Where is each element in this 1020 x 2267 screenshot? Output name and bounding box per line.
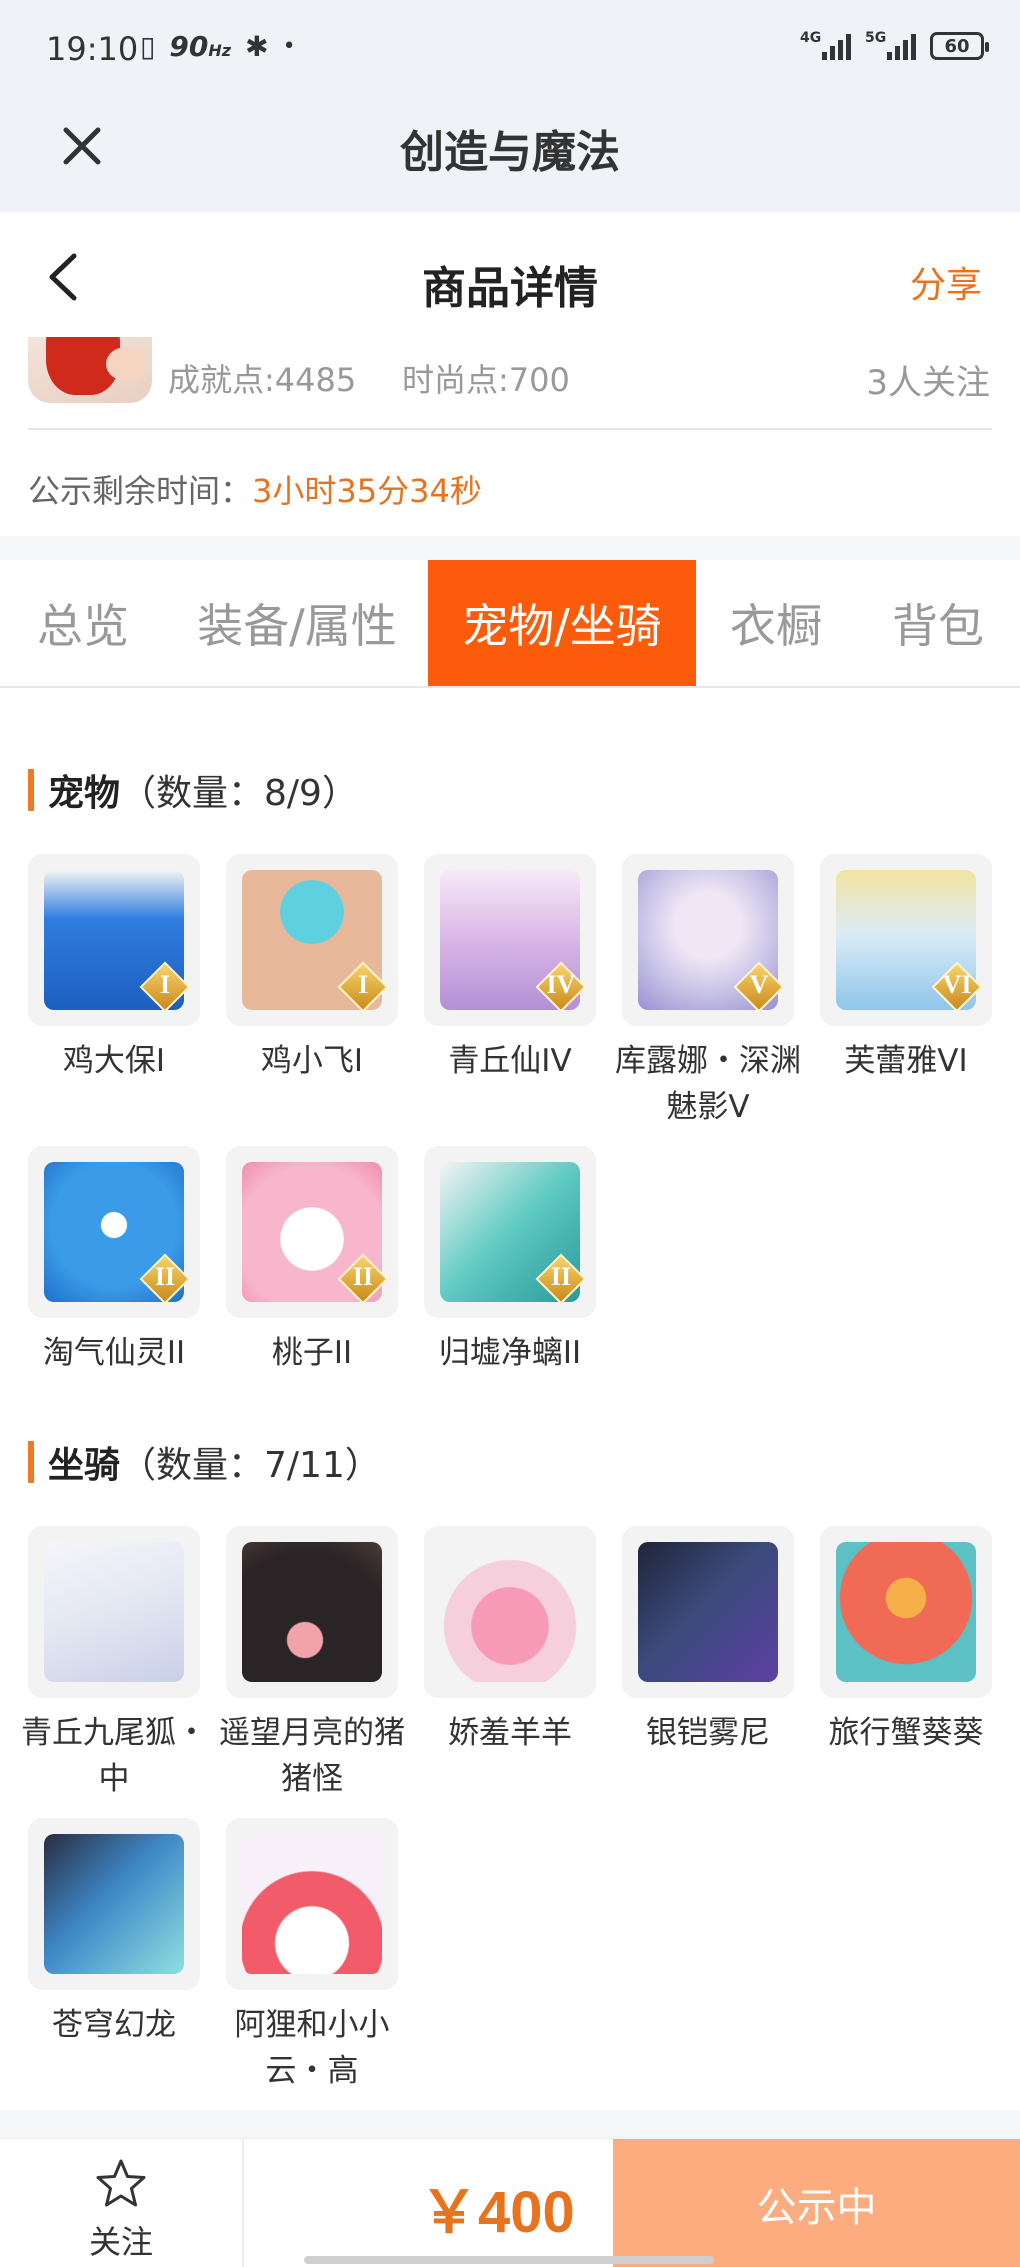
mounts-section-title: 坐骑 （数量：7/11）: [28, 1436, 381, 1488]
tab-wardrobe[interactable]: 衣橱: [696, 560, 856, 686]
teal-dragon-icon: II: [424, 1146, 596, 1318]
battery-icon: 60: [930, 32, 989, 60]
star-icon: [96, 2159, 146, 2207]
pet-item[interactable]: II 桃子II: [226, 1146, 398, 1376]
blue-bird-sunglasses-icon: I: [28, 854, 200, 1026]
armored-dragon-icon: [622, 1526, 794, 1698]
profile-summary: 成就点:4485 时尚点:700 3人关注: [0, 337, 1020, 427]
pets-section-title: 宠物 （数量：8/9）: [28, 764, 358, 816]
white-fox-icon: [28, 1526, 200, 1698]
fox-on-cloud-icon: [226, 1818, 398, 1990]
pet-item[interactable]: I 鸡小飞I: [226, 854, 398, 1084]
page-header: 商品详情 分享: [0, 212, 1020, 337]
pet-item[interactable]: V 库露娜・深渊魅影V: [615, 854, 801, 1130]
tab-equipment[interactable]: 装备/属性: [166, 560, 428, 686]
rank-badge: V: [733, 961, 785, 1013]
rank-badge: II: [535, 1253, 587, 1305]
vibrate-icon: ▯: [140, 30, 156, 63]
rank-badge: I: [139, 961, 191, 1013]
bottom-gap: [0, 2110, 1020, 2138]
refresh-rate: 90Hz: [169, 30, 232, 63]
pink-bunny-icon: II: [226, 1146, 398, 1318]
home-indicator[interactable]: [304, 2256, 714, 2264]
page-title: 商品详情: [422, 263, 598, 314]
status-bar: 19:10 ▯ 90Hz ✱ • 4G 5G 60: [0, 0, 1020, 104]
tab-overview[interactable]: 总览: [0, 560, 166, 686]
muscle-bird-icon: I: [226, 854, 398, 1026]
bottom-action-bar: 关注 ￥400 公示中: [0, 2138, 1020, 2267]
pet-item[interactable]: I 鸡大保I: [28, 854, 200, 1084]
sky-dragon-icon: [28, 1818, 200, 1990]
share-button[interactable]: 分享: [910, 256, 982, 308]
publicity-status-button[interactable]: 公示中: [613, 2139, 1020, 2267]
fashion-points: 时尚点:700: [402, 361, 570, 399]
white-hair-girl-icon: V: [622, 854, 794, 1026]
app-header: 创造与魔法: [0, 104, 1020, 212]
follow-button[interactable]: 关注: [0, 2139, 244, 2267]
tab-backpack[interactable]: 背包: [856, 560, 1020, 686]
dot-icon: •: [282, 34, 296, 59]
pet-item[interactable]: II 淘气仙灵II: [28, 1146, 200, 1376]
rank-badge: IV: [535, 961, 587, 1013]
divider: [28, 428, 992, 430]
rank-badge: II: [337, 1253, 389, 1305]
rank-badge: VI: [931, 961, 983, 1013]
pet-item[interactable]: VI 芙蕾雅VI: [820, 854, 992, 1084]
pet-item[interactable]: II 归墟净螭II: [424, 1146, 596, 1376]
signal-4g-icon: 4G: [800, 30, 851, 60]
section-gap: [0, 536, 1020, 560]
mount-item[interactable]: 苍穹幻龙: [28, 1818, 200, 2048]
mount-item[interactable]: 银铠雾尼: [622, 1526, 794, 1756]
black-pig-icon: [226, 1526, 398, 1698]
price: ￥400: [420, 2180, 575, 2245]
follower-count: 3人关注: [866, 363, 990, 403]
mount-item[interactable]: 遥望月亮的猪猪怪: [219, 1526, 405, 1802]
crab-icon: [820, 1526, 992, 1698]
valkyrie-girl-icon: VI: [820, 854, 992, 1026]
mount-item[interactable]: 旅行蟹葵葵: [820, 1526, 992, 1756]
mount-item[interactable]: 阿狸和小小云・高: [226, 1818, 398, 2094]
tab-pets-mounts[interactable]: 宠物/坐骑: [428, 560, 696, 686]
blue-dog-icon: II: [28, 1146, 200, 1318]
rank-badge: I: [337, 961, 389, 1013]
achievement-points: 成就点:4485: [168, 361, 357, 399]
publicity-countdown: 公示剩余时间：3小时35分34秒: [28, 472, 482, 510]
status-time: 19:10: [46, 30, 139, 68]
bluetooth-icon: ✱: [245, 30, 269, 63]
mount-item[interactable]: 青丘九尾狐・中: [21, 1526, 207, 1802]
pet-item[interactable]: IV 青丘仙IV: [424, 854, 596, 1084]
app-title: 创造与魔法: [400, 127, 620, 178]
pink-sheep-icon: [424, 1526, 596, 1698]
avatar: [28, 337, 152, 403]
tab-bar: 总览 装备/属性 宠物/坐骑 衣橱 背包: [0, 560, 1020, 688]
mount-item[interactable]: 娇羞羊羊: [424, 1526, 596, 1756]
rank-badge: II: [139, 1253, 191, 1305]
fox-fairy-icon: IV: [424, 854, 596, 1026]
signal-5g-icon: 5G: [865, 30, 916, 60]
countdown-value: 3小时35分34秒: [252, 472, 482, 510]
